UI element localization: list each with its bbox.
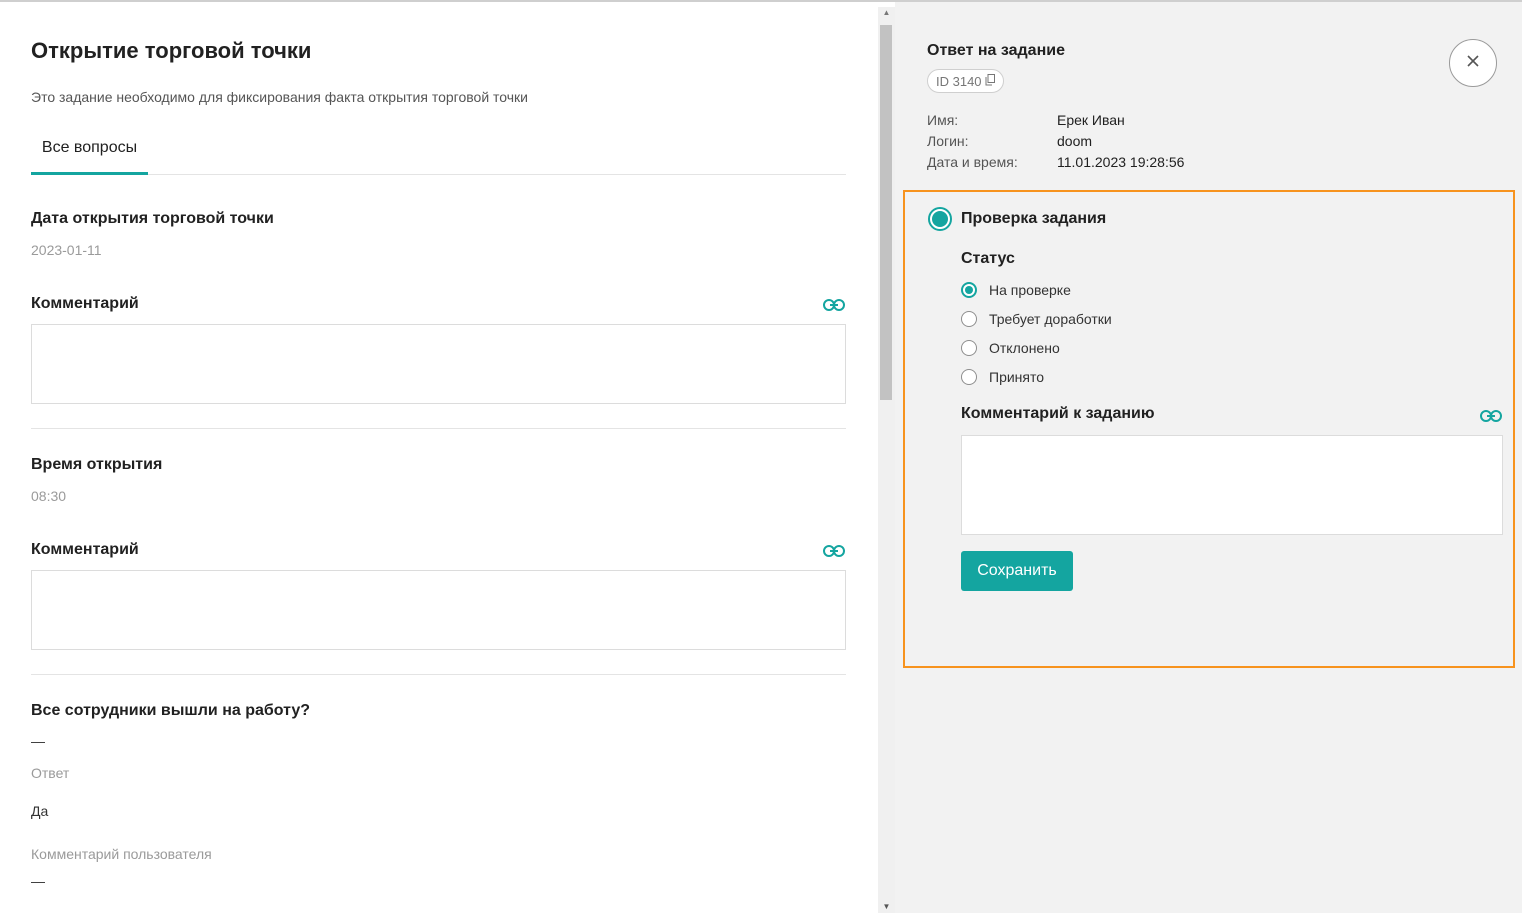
question-title: Время открытия: [31, 456, 163, 473]
left-pane-scrollbar[interactable]: ▲ ▼: [878, 7, 895, 913]
status-option-label: Отклонено: [989, 340, 1060, 356]
divider: [31, 428, 846, 429]
radio-button[interactable]: [961, 340, 977, 356]
tab-all-questions[interactable]: Все вопросы: [31, 124, 148, 175]
task-questions-pane: Открытие торговой точки Это задание необ…: [0, 2, 878, 913]
status-option-label: На проверке: [989, 282, 1071, 298]
question-comment-input[interactable]: [31, 570, 846, 650]
close-button[interactable]: [1449, 39, 1497, 87]
comment-label: Комментарий: [31, 295, 139, 312]
name-label: Имя:: [927, 112, 959, 128]
answer-label: Ответ: [31, 765, 70, 781]
radio-button[interactable]: [961, 369, 977, 385]
question-title: Дата открытия торговой точки: [31, 210, 274, 227]
comment-label: Комментарий: [31, 541, 139, 558]
datetime-label: Дата и время:: [927, 154, 1018, 170]
question-answer: 08:30: [31, 488, 67, 504]
review-status-dot-icon: [928, 207, 952, 231]
question-answer: 2023-01-11: [31, 242, 102, 258]
review-comment-input[interactable]: [961, 435, 1503, 535]
scroll-up-arrow-icon[interactable]: ▲: [878, 7, 895, 19]
radio-button[interactable]: [961, 282, 977, 298]
task-review-screen: Открытие торговой точки Это задание необ…: [0, 0, 1522, 913]
task-description: Это задание необходимо для фиксирования …: [31, 89, 529, 105]
status-option-on-review[interactable]: На проверке: [961, 280, 1071, 300]
review-section: Проверка задания Статус На проверке Треб…: [903, 190, 1515, 668]
name-value: Ерек Иван: [1057, 112, 1125, 128]
status-option-rejected[interactable]: Отклонено: [961, 338, 1060, 358]
question-title: Все сотрудники вышли на работу?: [31, 702, 311, 719]
status-option-accepted[interactable]: Принято: [961, 367, 1044, 387]
question-answer: —: [31, 733, 45, 749]
close-icon: [1467, 54, 1479, 72]
response-title: Ответ на задание: [927, 42, 1065, 59]
save-button[interactable]: Сохранить: [961, 551, 1073, 591]
answer-value: Да: [31, 803, 49, 819]
scroll-down-arrow-icon[interactable]: ▼: [878, 901, 895, 913]
link-icon[interactable]: [823, 544, 845, 557]
id-label: ID 3140: [936, 73, 982, 89]
scroll-thumb[interactable]: [880, 25, 892, 400]
login-label: Логин:: [927, 133, 969, 149]
id-chip[interactable]: ID 3140: [927, 69, 1004, 93]
user-comment-value: —: [31, 873, 45, 889]
review-title: Проверка задания: [961, 210, 1107, 227]
status-option-label: Требует доработки: [989, 311, 1112, 327]
status-option-label: Принято: [989, 369, 1045, 385]
login-value: doom: [1057, 133, 1093, 149]
review-comment-label: Комментарий к заданию: [961, 405, 1155, 422]
user-comment-label: Комментарий пользователя: [31, 846, 212, 862]
link-icon[interactable]: [1480, 409, 1502, 422]
copy-icon[interactable]: [985, 73, 995, 89]
radio-button[interactable]: [961, 311, 977, 327]
question-comment-input[interactable]: [31, 324, 846, 404]
status-option-needs-rework[interactable]: Требует доработки: [961, 309, 1112, 329]
divider: [31, 674, 846, 675]
datetime-value: 11.01.2023 19:28:56: [1057, 154, 1185, 170]
link-icon[interactable]: [823, 298, 845, 311]
status-label: Статус: [961, 250, 1015, 267]
tab-bar: Все вопросы: [31, 124, 846, 175]
page-title: Открытие торговой точки: [31, 38, 312, 63]
response-panel: Ответ на задание ID 3140 Имя: Ерек Иван …: [895, 2, 1522, 913]
